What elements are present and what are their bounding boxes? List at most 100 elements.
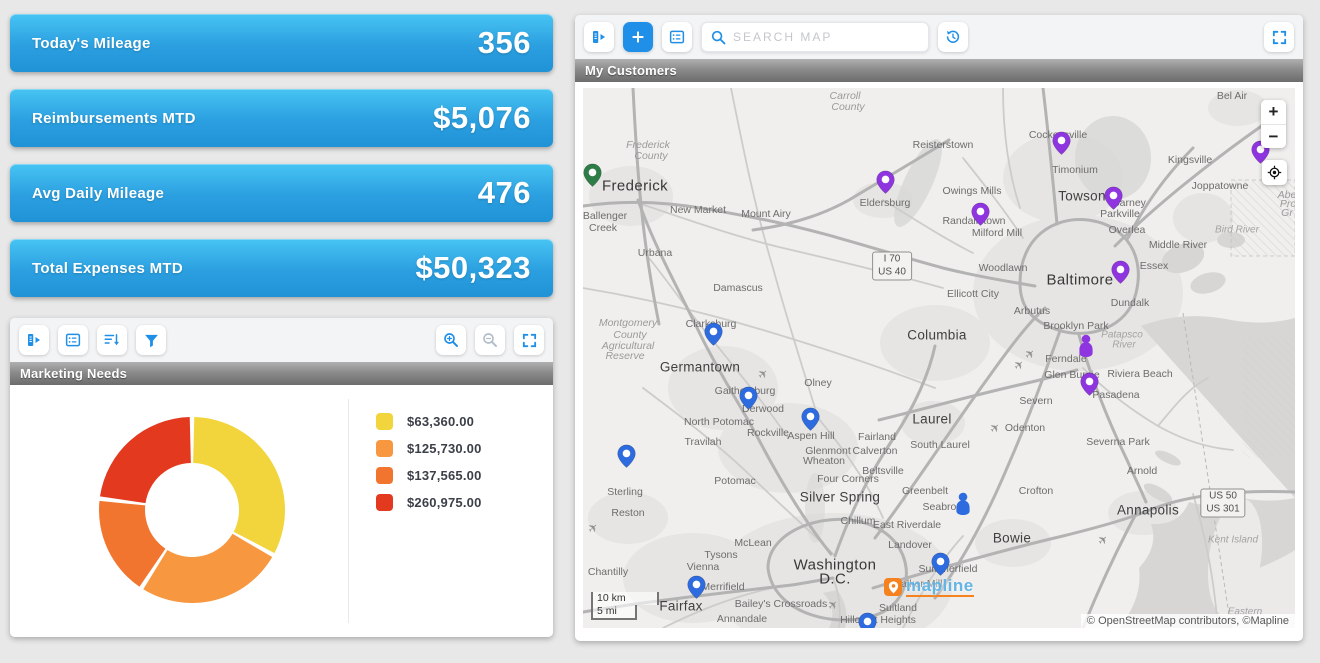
map-label: McLean xyxy=(734,537,771,549)
map-label: Urbana xyxy=(638,247,672,259)
legend-swatch xyxy=(376,467,393,484)
filter-button[interactable] xyxy=(136,325,166,355)
map-label: Damascus xyxy=(713,282,763,294)
map-pin-green[interactable] xyxy=(583,163,602,193)
chart-zoom-out-button[interactable] xyxy=(475,325,505,355)
road-shield: I 70US 40 xyxy=(872,252,912,281)
kpi-list: Today's Mileage356Reimbursements MTD$5,0… xyxy=(10,14,553,297)
kpi-card: Total Expenses MTD$50,323 xyxy=(10,239,553,297)
history-button[interactable] xyxy=(938,22,968,52)
map-pin-blue[interactable] xyxy=(617,444,636,474)
map-label: North Potomac xyxy=(684,416,754,428)
map-label: Suitland xyxy=(879,602,917,614)
map-label: Timonium xyxy=(1052,164,1098,176)
map-pin-blue-cluster[interactable] xyxy=(953,492,973,521)
map-zoom-in-button[interactable]: + xyxy=(1261,100,1286,124)
list-icon xyxy=(64,331,82,349)
donut-slice[interactable] xyxy=(143,534,272,603)
map-label: County xyxy=(634,150,667,162)
kpi-label: Avg Daily Mileage xyxy=(32,185,164,202)
map-pin-purple[interactable] xyxy=(1052,131,1071,161)
chart-zoom-in-button[interactable] xyxy=(436,325,466,355)
locate-button[interactable] xyxy=(1262,160,1287,185)
search-map-input[interactable] xyxy=(733,30,920,44)
add-button[interactable] xyxy=(623,22,653,52)
map-label: Kent Island xyxy=(1208,535,1258,546)
sort-button[interactable] xyxy=(97,325,127,355)
map-label: Chantilly xyxy=(588,566,628,578)
map-pin-purple[interactable] xyxy=(876,170,895,200)
map-label: Tysons xyxy=(704,549,737,561)
mapline-logo-text: mapline xyxy=(906,577,974,597)
map-header: My Customers xyxy=(575,59,1303,82)
map-label: Ballenger xyxy=(583,210,627,222)
legend-item[interactable]: $63,360.00 xyxy=(376,413,482,430)
marketing-header: Marketing Needs xyxy=(10,362,553,385)
scale-mi: 5 mi xyxy=(591,605,637,620)
map-pin-purple[interactable] xyxy=(1104,186,1123,216)
filter-icon xyxy=(143,332,160,349)
map-zoom-out-button[interactable]: − xyxy=(1261,124,1286,148)
list-icon xyxy=(668,28,686,46)
map-fullscreen-button[interactable] xyxy=(1264,22,1294,52)
map-title: My Customers xyxy=(585,63,677,78)
legend-label: $125,730.00 xyxy=(407,441,482,456)
map-pin-blue[interactable] xyxy=(687,575,706,605)
list-view-button[interactable] xyxy=(58,325,88,355)
marketing-needs-widget: Marketing Needs $63,360.00 $125,730.00 $13… xyxy=(10,318,553,637)
map-pin-purple[interactable] xyxy=(1080,372,1099,402)
kpi-card: Reimbursements MTD$5,076 xyxy=(10,89,553,147)
map-pin-blue[interactable] xyxy=(858,612,877,628)
scale-km: 10 km xyxy=(591,592,659,605)
legend-label: $63,360.00 xyxy=(407,414,474,429)
map-label: Crofton xyxy=(1019,485,1053,497)
map-label: Columbia xyxy=(907,328,966,343)
map-pin-purple[interactable] xyxy=(971,202,990,232)
map-label: Annandale xyxy=(717,613,767,625)
map-pin-blue[interactable] xyxy=(739,386,758,416)
map-label: D.C. xyxy=(819,571,851,588)
map-pin-blue[interactable] xyxy=(801,407,820,437)
marketing-toolbar xyxy=(10,318,553,362)
map-label: Bird River xyxy=(1215,225,1259,236)
map-label: Arbutus xyxy=(1014,305,1050,317)
map-label: County xyxy=(831,101,864,113)
collapse-panel-icon xyxy=(25,331,43,349)
donut-chart[interactable] xyxy=(10,385,350,637)
map-label: Bowie xyxy=(993,531,1031,546)
zoom-out-icon xyxy=(481,331,499,349)
kpi-value: $50,323 xyxy=(415,250,531,286)
map-label: Severna Park xyxy=(1086,436,1150,448)
legend-item[interactable]: $137,565.00 xyxy=(376,467,482,484)
collapse-panel-button[interactable] xyxy=(19,325,49,355)
map-pin-blue[interactable] xyxy=(704,322,723,352)
search-icon xyxy=(710,29,727,46)
map-label: Middle River xyxy=(1149,239,1207,251)
map-label: Fairland xyxy=(858,431,896,443)
donut-slice[interactable] xyxy=(100,417,191,503)
collapse-panel-button[interactable] xyxy=(584,22,614,52)
mapline-logo[interactable]: mapline xyxy=(884,577,974,597)
map-label: Calverton xyxy=(853,445,898,457)
map-pin-purple-cluster[interactable] xyxy=(1076,334,1096,363)
chart-fullscreen-button[interactable] xyxy=(514,325,544,355)
map-label: Laurel xyxy=(912,412,951,427)
list-view-button[interactable] xyxy=(662,22,692,52)
map-label: Joppatowne xyxy=(1192,180,1249,192)
map-label: Annapolis xyxy=(1117,503,1179,518)
kpi-card: Avg Daily Mileage476 xyxy=(10,164,553,222)
legend-item[interactable]: $260,975.00 xyxy=(376,494,482,511)
locate-icon xyxy=(1266,164,1283,181)
map-pin-purple[interactable] xyxy=(1111,260,1130,290)
map-label: Greenbelt xyxy=(902,485,948,497)
map-label: South Laurel xyxy=(910,439,970,451)
map-label: Owings Mills xyxy=(943,185,1002,197)
donut-slice[interactable] xyxy=(193,417,285,553)
legend-item[interactable]: $125,730.00 xyxy=(376,440,482,457)
map-canvas[interactable]: CarrollCountyFrederickCountyFrederickBal… xyxy=(583,88,1295,628)
fullscreen-icon xyxy=(1271,29,1288,46)
zoom-in-icon xyxy=(442,331,460,349)
map-label: Essex xyxy=(1140,260,1169,272)
map-label: Towson xyxy=(1058,189,1106,204)
map-label: Merrifield xyxy=(701,581,744,593)
